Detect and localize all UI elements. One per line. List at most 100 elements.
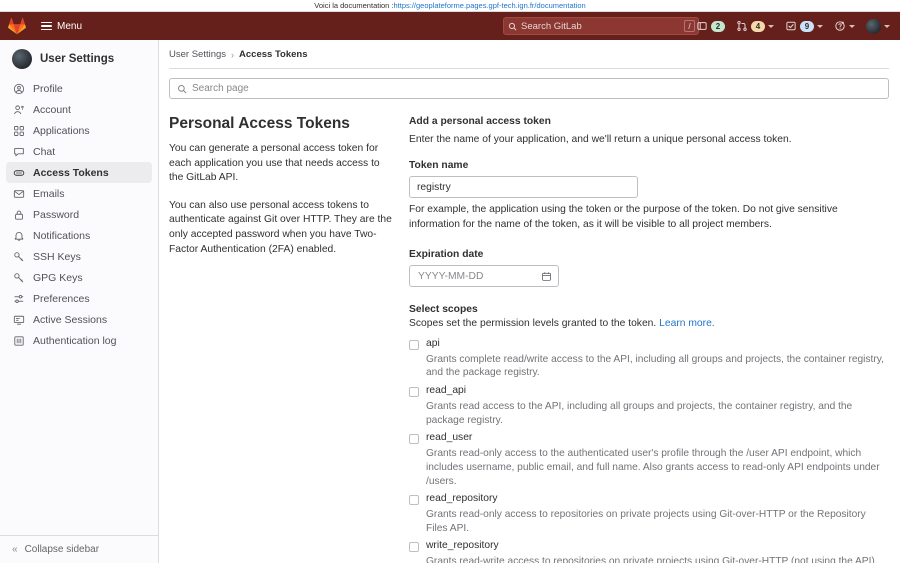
intro-paragraph-2: You can also use personal access tokens … <box>169 199 392 255</box>
sidebar-item-label: Notifications <box>33 229 91 242</box>
global-search-input[interactable]: Search GitLab <box>503 17 699 35</box>
sidebar-item-account[interactable]: Account <box>6 99 152 120</box>
monitor-icon <box>12 313 25 326</box>
sidebar-item-emails[interactable]: Emails <box>6 183 152 204</box>
sidebar-item-gpg-keys[interactable]: GPG Keys <box>6 267 152 288</box>
scope-label-read-repository[interactable]: read_repository <box>426 493 889 505</box>
chevron-down-icon <box>884 24 890 28</box>
scope-label-write-repository[interactable]: write_repository <box>426 540 878 552</box>
scope-description-read-api: Grants read access to the API, including… <box>426 400 853 426</box>
sidebar-item-notifications[interactable]: Notifications <box>6 225 152 246</box>
navbar-item-todos[interactable]: 9 <box>783 18 825 34</box>
learn-more-link[interactable]: Learn more. <box>659 318 715 329</box>
applications-icon <box>12 124 25 137</box>
sidebar-item-label: Preferences <box>33 292 90 305</box>
form-subtitle: Enter the name of your application, and … <box>409 134 792 145</box>
todo-checkbox-icon <box>786 21 796 31</box>
sidebar-avatar <box>12 49 32 69</box>
sidebar-nav-list: Profile Account Applications Chat Access… <box>0 78 158 351</box>
expiration-date-input[interactable]: YYYY-MM-DD <box>409 265 559 288</box>
notice-documentation-link[interactable]: https://geoplateforme.pages.gpf-tech.ign… <box>394 0 586 12</box>
sidebar-title: User Settings <box>40 53 115 65</box>
intro-paragraph-1: You can generate a personal access token… <box>169 143 380 184</box>
intro-column: Personal Access Tokens You can generate … <box>169 115 409 563</box>
breadcrumb-parent[interactable]: User Settings <box>169 49 226 60</box>
scope-checkbox-read-api[interactable] <box>409 387 419 398</box>
scope-checkbox-read-user[interactable] <box>409 434 419 445</box>
main-menu-button[interactable]: Menu <box>36 18 87 35</box>
email-icon <box>12 187 25 200</box>
sidebar-item-label: Access Tokens <box>33 166 109 179</box>
question-mark-icon <box>835 21 845 31</box>
sidebar-item-profile[interactable]: Profile <box>6 78 152 99</box>
token-name-value: registry <box>417 181 451 193</box>
chevron-double-left-icon: « <box>12 543 18 555</box>
sidebar-item-preferences[interactable]: Preferences <box>6 288 152 309</box>
issues-icon <box>697 22 707 30</box>
scopes-subtitle-text: Scopes set the permission levels granted… <box>409 318 660 330</box>
sidebar-item-label: Active Sessions <box>33 313 108 326</box>
scope-description-api: Grants complete read/write access to the… <box>426 353 884 379</box>
collapse-sidebar-button[interactable]: « Collapse sidebar <box>0 535 158 563</box>
search-page-placeholder: Search page <box>192 83 249 94</box>
key-icon <box>12 271 25 284</box>
token-form-column: Add a personal access token Enter the na… <box>409 115 889 563</box>
sidebar-item-ssh-keys[interactable]: SSH Keys <box>6 246 152 267</box>
lock-icon <box>12 208 25 221</box>
scope-label-read-api[interactable]: read_api <box>426 385 889 397</box>
navbar-item-help[interactable] <box>832 18 857 34</box>
main-content: User Settings › Access Tokens Search pag… <box>159 40 900 563</box>
account-icon <box>12 103 25 116</box>
scope-label-api[interactable]: api <box>426 338 889 350</box>
sidebar-item-label: SSH Keys <box>33 250 81 263</box>
sidebar-item-authentication-log[interactable]: Authentication log <box>6 330 152 351</box>
page-body: User Settings Profile Account Applicatio <box>0 40 900 563</box>
scope-checkbox-write-repository[interactable] <box>409 542 419 553</box>
sidebar-header[interactable]: User Settings <box>0 40 158 78</box>
top-navbar: Menu Search GitLab / 2 4 9 <box>0 12 900 40</box>
merge-requests-count-badge: 4 <box>751 20 765 32</box>
sidebar-item-label: Account <box>33 103 71 116</box>
search-icon <box>178 84 187 93</box>
navbar-user-menu[interactable] <box>864 17 892 36</box>
sidebar-item-access-tokens[interactable]: Access Tokens <box>6 162 152 183</box>
sidebar-item-chat[interactable]: Chat <box>6 141 152 162</box>
sidebar-item-applications[interactable]: Applications <box>6 120 152 141</box>
sidebar-item-active-sessions[interactable]: Active Sessions <box>6 309 152 330</box>
breadcrumb-separator: › <box>231 49 235 60</box>
scope-label-read-user[interactable]: read_user <box>426 432 889 444</box>
scope-row-write-repository: write_repository Grants read-write acces… <box>409 540 889 563</box>
sidebar-item-label: GPG Keys <box>33 271 83 284</box>
breadcrumb-current[interactable]: Access Tokens <box>239 49 307 60</box>
scope-checkbox-api[interactable] <box>409 340 419 351</box>
search-page-input[interactable]: Search page <box>169 78 889 99</box>
token-name-input[interactable]: registry <box>409 176 638 198</box>
navbar-right-group: 2 4 9 <box>694 12 892 40</box>
token-name-label: Token name <box>409 160 469 171</box>
sidebar-item-password[interactable]: Password <box>6 204 152 225</box>
scope-checkbox-read-repository[interactable] <box>409 495 419 506</box>
chevron-down-icon <box>817 24 823 28</box>
token-icon <box>12 166 25 179</box>
hamburger-icon <box>41 21 52 31</box>
navbar-left-group: Menu <box>8 17 87 35</box>
navbar-item-merge-requests[interactable]: 4 <box>734 18 776 34</box>
token-name-help-text: For example, the application using the t… <box>409 204 838 230</box>
key-icon <box>12 250 25 263</box>
profile-icon <box>12 82 25 95</box>
calendar-icon[interactable] <box>541 271 552 282</box>
global-search-wrapper: Search GitLab / <box>503 17 699 35</box>
issues-count-badge: 2 <box>711 20 725 32</box>
gitlab-fox-logo-icon[interactable] <box>8 17 26 35</box>
user-settings-sidebar: User Settings Profile Account Applicatio <box>0 40 159 563</box>
scope-description-read-user: Grants read-only access to the authentic… <box>426 447 880 487</box>
collapse-sidebar-label: Collapse sidebar <box>24 544 100 555</box>
scope-row-api: api Grants complete read/write access to… <box>409 338 889 380</box>
expiration-date-label: Expiration date <box>409 249 484 261</box>
settings-columns: Personal Access Tokens You can generate … <box>169 105 889 563</box>
navbar-item-issues[interactable]: 2 <box>694 18 727 34</box>
bell-icon <box>12 229 25 242</box>
scope-row-read-user: read_user Grants read-only access to the… <box>409 432 889 488</box>
